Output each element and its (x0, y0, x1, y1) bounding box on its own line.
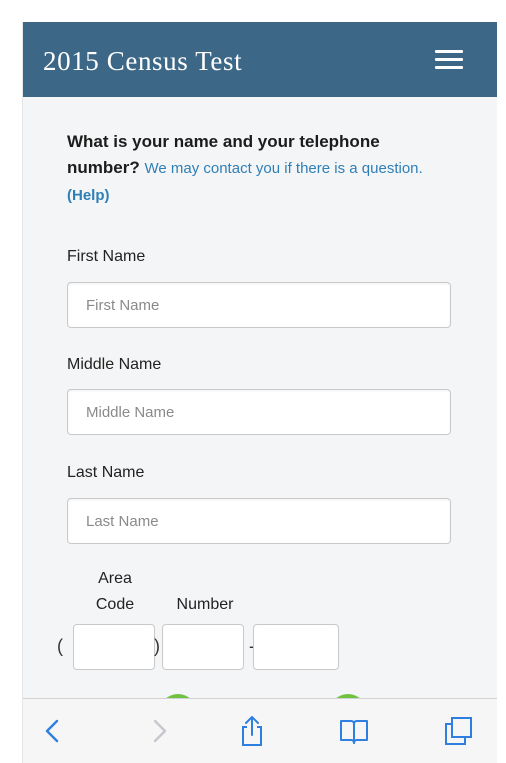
menu-bar (435, 66, 463, 69)
phone-prefix-field[interactable] (162, 624, 244, 670)
middle-name-label: Middle Name (67, 356, 162, 373)
question-text: What is your name and your telephone num… (67, 129, 457, 209)
open-paren: ( (57, 636, 63, 656)
menu-bar (435, 58, 463, 61)
phone-line-field[interactable] (253, 624, 339, 670)
close-paren: ) (154, 636, 160, 656)
tabs-icon[interactable] (441, 715, 475, 747)
browser-toolbar (23, 698, 497, 763)
app-header: 2015 Census Test (23, 22, 497, 97)
menu-bar (435, 50, 463, 53)
first-name-field[interactable] (67, 282, 451, 328)
mobile-browser-viewport: 2015 Census Test What is your name and y… (22, 22, 497, 763)
area-code-label-line2: Code (95, 596, 135, 613)
chevron-right-icon[interactable] (141, 715, 175, 747)
screen: 2015 Census Test What is your name and y… (0, 0, 506, 763)
area-code-field[interactable] (73, 624, 155, 670)
share-icon[interactable] (235, 715, 269, 747)
book-icon[interactable] (337, 715, 371, 747)
first-name-label: First Name (67, 248, 146, 265)
hamburger-menu-icon[interactable] (435, 50, 463, 70)
chevron-left-icon[interactable] (37, 715, 71, 747)
last-name-label: Last Name (67, 464, 145, 481)
question-note: We may contact you if there is a questio… (144, 160, 423, 177)
number-label: Number (176, 596, 234, 613)
last-name-field[interactable] (67, 498, 451, 544)
middle-name-field[interactable] (67, 389, 451, 435)
area-code-label-line1: Area (98, 570, 132, 587)
help-link[interactable]: (Help) (67, 187, 110, 204)
page-title: 2015 Census Test (43, 46, 243, 76)
